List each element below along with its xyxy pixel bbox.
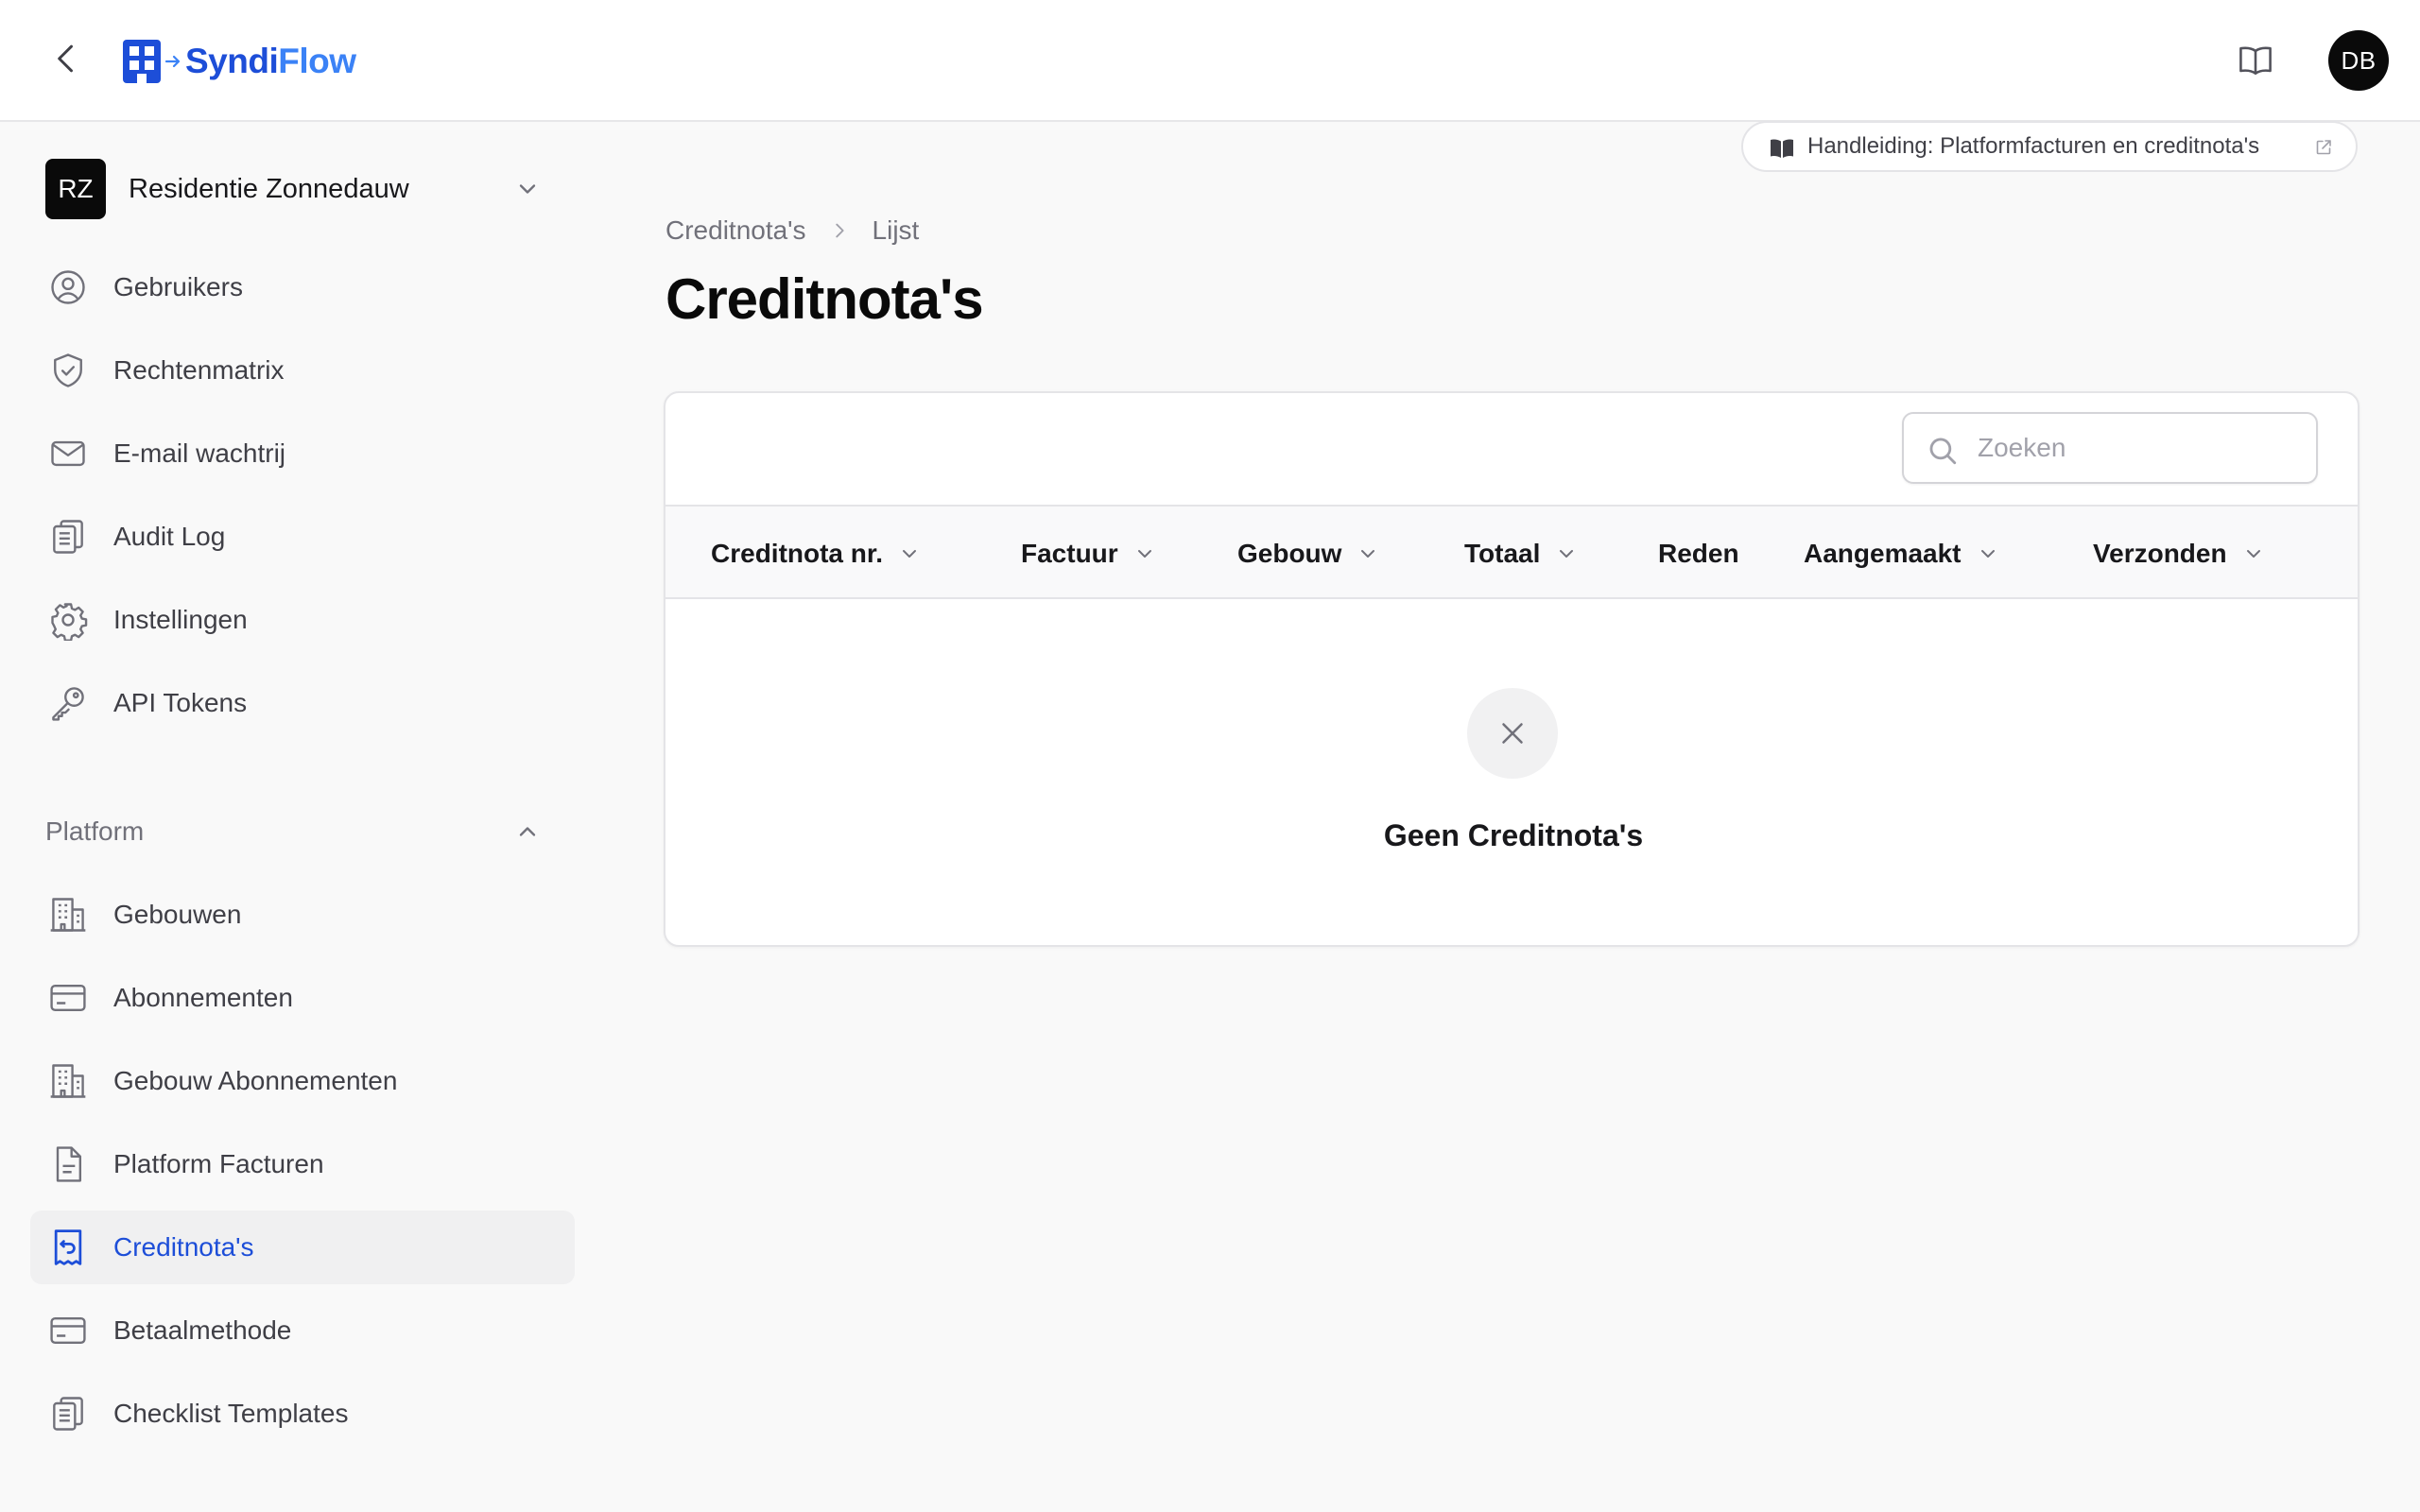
user-avatar[interactable]: DB — [2328, 30, 2389, 91]
sidebar-item-label: Gebouwen — [113, 900, 242, 929]
credit-card-icon — [50, 984, 86, 1012]
sidebar-item-label: Checklist Templates — [113, 1399, 349, 1428]
shield-check-icon — [54, 353, 82, 387]
sidebar-item-instellingen[interactable]: Instellingen — [30, 583, 575, 657]
sidebar-item-label: Abonnementen — [113, 983, 293, 1012]
sidebar-section-platform[interactable]: Platform — [45, 811, 556, 852]
page-title: Creditnota's — [666, 267, 984, 331]
app-name: SyndiFlow — [185, 42, 356, 80]
sidebar-item-label: Gebruikers — [113, 272, 243, 301]
search-icon — [1929, 438, 1957, 465]
column-verzonden[interactable]: Verzonden — [2093, 535, 2265, 573]
sidebar-item-label: API Tokens — [113, 688, 248, 717]
sidebar-item-rechtenmatrix[interactable]: Rechtenmatrix — [30, 334, 575, 407]
sidebar-item-audit-log[interactable]: Audit Log — [30, 500, 575, 574]
clipboard-list-icon — [53, 520, 83, 554]
x-mark-icon — [1502, 723, 1523, 744]
documentation-button[interactable] — [2235, 40, 2276, 81]
creditnotes-table-card: Creditnota nr. Factuur Gebouw Totaal Red… — [664, 391, 2360, 947]
sidebar-item-label: Platform Facturen — [113, 1149, 324, 1178]
back-button[interactable] — [45, 38, 87, 79]
tenant-avatar: RZ — [45, 159, 106, 219]
column-factuur[interactable]: Factuur — [1021, 535, 1156, 573]
tenant-switcher[interactable]: RZ Residentie Zonnedauw — [45, 159, 556, 219]
column-label: Totaal — [1464, 539, 1541, 568]
chevron-down-icon — [2246, 550, 2260, 558]
top-bar: SyndiFlow DB — [0, 0, 2420, 122]
key-icon — [52, 687, 84, 721]
column-label: Aangemaakt — [1804, 539, 1962, 568]
chevron-down-icon — [903, 550, 917, 558]
sidebar-item-label: Rechtenmatrix — [113, 355, 285, 385]
building-icon — [50, 1064, 86, 1098]
sidebar-item-abonnementen[interactable]: Abonnementen — [30, 961, 575, 1035]
gear-icon — [51, 603, 88, 641]
empty-state-icon — [1467, 688, 1558, 779]
sidebar-item-email-wachtrij[interactable]: E-mail wachtrij — [30, 417, 575, 490]
search-input[interactable] — [1978, 427, 2299, 469]
breadcrumb-creditnotas[interactable]: Creditnota's — [666, 215, 806, 246]
sidebar-item-checklist-templates[interactable]: Checklist Templates — [30, 1377, 575, 1451]
column-aangemaakt[interactable]: Aangemaakt — [1804, 535, 1999, 573]
chevron-right-icon — [835, 223, 844, 238]
chevron-down-icon — [1137, 550, 1151, 558]
manual-link-label: Handleiding: Platformfacturen en creditn… — [1807, 133, 2260, 159]
column-label: Verzonden — [2093, 539, 2227, 568]
book-open-icon — [1771, 139, 1793, 158]
column-label: Reden — [1658, 539, 1739, 568]
sidebar-item-label: Gebouw Abonnementen — [113, 1066, 398, 1095]
chevron-left-icon — [58, 44, 73, 73]
breadcrumb: Creditnota's Lijst — [666, 212, 919, 249]
receipt-refund-icon — [54, 1229, 82, 1265]
credit-card-icon — [50, 1316, 86, 1345]
chevron-down-icon — [1361, 550, 1375, 558]
chevron-down-icon — [519, 184, 536, 194]
table-header: Creditnota nr. Factuur Gebouw Totaal Red… — [666, 505, 2358, 599]
app-logo[interactable]: SyndiFlow — [123, 38, 356, 85]
user-circle-icon — [51, 270, 85, 304]
empty-state-title: Geen Creditnota's — [1383, 818, 1644, 852]
column-label: Factuur — [1021, 539, 1118, 568]
building-icon — [50, 898, 86, 932]
chevron-up-icon — [519, 827, 536, 836]
column-creditnota-nr[interactable]: Creditnota nr. — [711, 535, 921, 573]
sidebar-item-betaalmethode[interactable]: Betaalmethode — [30, 1294, 575, 1367]
sidebar-item-label: Betaalmethode — [113, 1315, 292, 1345]
building-logo-icon — [123, 40, 161, 83]
sidebar-item-label: Audit Log — [113, 522, 226, 551]
sidebar-item-label: Instellingen — [113, 605, 248, 634]
sidebar-item-label: Creditnota's — [113, 1232, 254, 1262]
arrow-right-icon — [164, 55, 181, 68]
external-link-icon — [2316, 140, 2331, 155]
envelope-icon — [51, 440, 85, 467]
manual-link[interactable]: Handleiding: Platformfacturen en creditn… — [1741, 121, 2358, 172]
sidebar-item-label: E-mail wachtrij — [113, 438, 286, 468]
sidebar-item-gebouw-abonnementen[interactable]: Gebouw Abonnementen — [30, 1044, 575, 1118]
column-gebouw[interactable]: Gebouw — [1237, 535, 1379, 573]
column-label: Creditnota nr. — [711, 539, 884, 568]
section-label: Platform — [45, 816, 145, 846]
sidebar-item-platform-facturen[interactable]: Platform Facturen — [30, 1127, 575, 1201]
column-label: Gebouw — [1237, 539, 1342, 568]
sidebar-item-gebouwen[interactable]: Gebouwen — [30, 878, 575, 952]
clipboard-list-icon — [53, 1397, 83, 1431]
breadcrumb-lijst: Lijst — [872, 215, 920, 245]
document-icon — [56, 1146, 82, 1182]
column-reden: Reden — [1658, 535, 1739, 573]
sidebar-item-api-tokens[interactable]: API Tokens — [30, 666, 575, 740]
search-box — [1902, 412, 2318, 484]
sidebar-item-gebruikers[interactable]: Gebruikers — [30, 250, 575, 324]
book-open-icon — [2239, 46, 2272, 76]
column-totaal[interactable]: Totaal — [1464, 535, 1578, 573]
tenant-name: Residentie Zonnedauw — [129, 173, 409, 204]
chevron-down-icon — [1980, 550, 1995, 558]
chevron-down-icon — [1560, 550, 1574, 558]
sidebar-item-creditnotas[interactable]: Creditnota's — [30, 1211, 575, 1284]
